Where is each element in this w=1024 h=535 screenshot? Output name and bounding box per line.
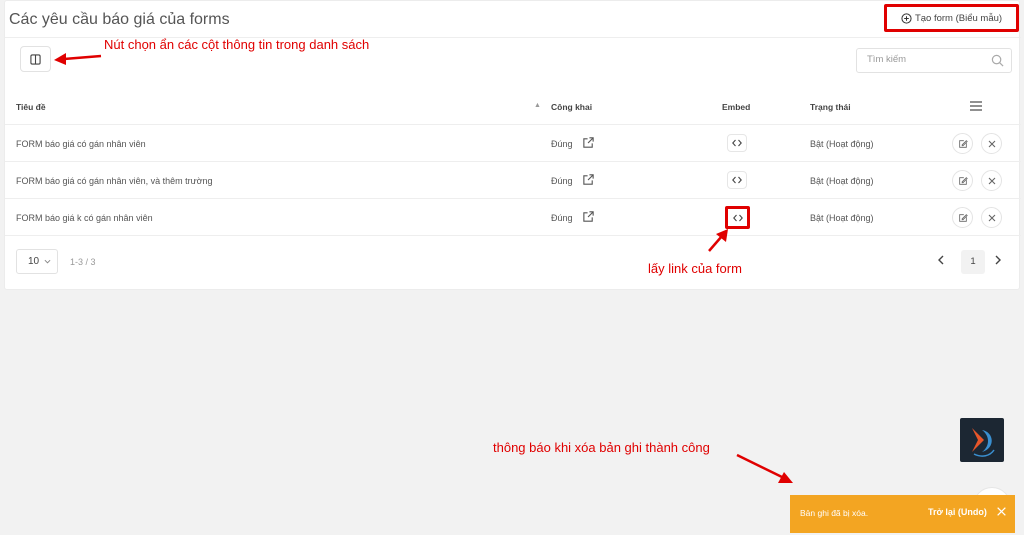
forms-table: Tiêu đề ▲ Công khai Embed Trạng thái FOR… <box>5 89 1021 236</box>
table-row: FORM báo giá có gán nhân viên, và thêm t… <box>5 162 1021 199</box>
arrowhead-toast <box>778 472 793 483</box>
table-header: Tiêu đề ▲ Công khai Embed Trạng thái <box>5 89 1021 125</box>
edit-button[interactable] <box>952 133 973 154</box>
page-title: Các yêu cầu báo giá của forms <box>9 11 230 28</box>
column-header-title[interactable]: Tiêu đề <box>16 102 46 112</box>
create-form-label: Tạo form (Biểu mẫu) <box>914 12 1003 24</box>
table-row: FORM báo giá k có gán nhân viên Đúng Bật… <box>5 199 1021 236</box>
search-input[interactable] <box>867 54 985 65</box>
row-status: Bật (Hoạt động) <box>810 139 874 149</box>
annotation-toast: thông báo khi xóa bản ghi thành công <box>493 440 710 455</box>
row-title: FORM báo giá có gán nhân viên, và thêm t… <box>16 176 213 186</box>
close-icon <box>988 140 995 147</box>
delete-button[interactable] <box>981 207 1002 228</box>
row-title: FORM báo giá có gán nhân viên <box>16 139 146 149</box>
column-header-embed: Embed <box>722 102 751 112</box>
page-number-button[interactable]: 1 <box>961 250 985 274</box>
toast-close-icon[interactable] <box>996 506 1007 517</box>
code-icon <box>732 214 743 221</box>
column-toggle-button[interactable] <box>20 46 51 72</box>
search-icon[interactable] <box>991 54 1004 67</box>
chevron-left-icon <box>938 255 944 265</box>
columns-icon <box>30 53 41 65</box>
undo-button[interactable]: Trở lại (Undo) <box>928 507 987 517</box>
embed-button[interactable] <box>727 171 747 189</box>
code-icon <box>732 176 742 184</box>
page-header: Các yêu cầu báo giá của forms <box>5 1 1021 38</box>
external-link-icon[interactable] <box>582 136 595 149</box>
next-page-button[interactable] <box>994 255 1006 269</box>
edit-icon <box>958 176 968 185</box>
embed-button[interactable] <box>727 134 747 152</box>
row-status: Bật (Hoạt động) <box>810 176 874 186</box>
edit-button[interactable] <box>952 207 973 228</box>
arrow-toast <box>736 453 785 480</box>
plus-circle-icon <box>901 12 912 24</box>
delete-button[interactable] <box>981 170 1002 191</box>
column-header-status[interactable]: Trạng thái <box>810 102 851 112</box>
toast-message: Bản ghi đã bị xóa. <box>800 508 869 518</box>
delete-button[interactable] <box>981 133 1002 154</box>
annotation-embed: lấy link của form <box>648 261 742 276</box>
row-public: Đúng <box>551 176 573 186</box>
prev-page-button[interactable] <box>937 255 949 269</box>
edit-icon <box>958 213 968 222</box>
embed-button[interactable] <box>725 206 750 229</box>
sort-icon[interactable]: ▲ <box>534 102 541 109</box>
chevron-right-icon <box>995 255 1001 265</box>
page-size-value: 10 <box>28 256 40 267</box>
table-row: FORM báo giá có gán nhân viên Đúng Bật (… <box>5 125 1021 162</box>
code-icon <box>732 139 742 147</box>
row-status: Bật (Hoạt động) <box>810 213 874 223</box>
page-size-select[interactable]: 10 <box>16 249 58 274</box>
row-title: FORM báo giá k có gán nhân viên <box>16 213 153 223</box>
close-icon <box>988 214 995 221</box>
logo-mark-icon <box>972 428 995 457</box>
column-header-public[interactable]: Công khai <box>551 102 592 112</box>
search-box <box>856 48 1012 73</box>
edit-icon <box>958 139 968 148</box>
toast-notification: Bản ghi đã bị xóa. Trở lại (Undo) <box>790 495 1015 533</box>
row-public: Đúng <box>551 139 573 149</box>
chevron-down-icon <box>44 259 51 264</box>
row-public: Đúng <box>551 213 573 223</box>
edit-button[interactable] <box>952 170 973 191</box>
menu-icon[interactable] <box>969 100 983 112</box>
annotation-columns: Nút chọn ẩn các cột thông tin trong danh… <box>104 37 370 52</box>
external-link-icon[interactable] <box>582 173 595 186</box>
brand-logo <box>960 418 1004 462</box>
external-link-icon[interactable] <box>582 210 595 223</box>
create-form-button[interactable]: Tạo form (Biểu mẫu) <box>884 4 1019 32</box>
pagination-range: 1-3 / 3 <box>70 257 96 267</box>
close-icon <box>988 177 995 184</box>
